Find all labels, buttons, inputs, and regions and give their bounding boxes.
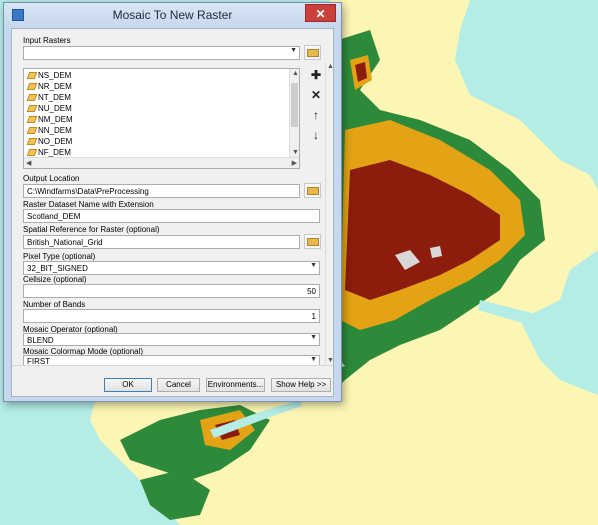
remove-raster-button[interactable]: ✕: [308, 88, 324, 103]
show-help-button[interactable]: Show Help >>: [271, 378, 331, 392]
properties-icon: [307, 238, 319, 246]
list-item[interactable]: NU_DEM: [26, 104, 72, 113]
output-location-field[interactable]: C:\Windfarms\Data\PreProcessing: [23, 184, 300, 198]
chevron-down-icon: ▼: [310, 334, 317, 341]
list-item[interactable]: NS_DEM: [26, 71, 71, 80]
input-rasters-list[interactable]: NS_DEM NR_DEM NT_DEM NU_DEM NM_DEM NN_DE…: [23, 68, 300, 169]
raster-dataset-icon: [26, 72, 38, 79]
pixel-type-label: Pixel Type (optional): [23, 252, 96, 261]
ok-button[interactable]: OK: [104, 378, 152, 392]
list-item[interactable]: NO_DEM: [26, 137, 72, 146]
raster-dataset-icon: [26, 94, 38, 101]
close-button[interactable]: ✕: [305, 4, 336, 22]
scroll-up-icon[interactable]: ▲: [292, 70, 299, 77]
spatial-reference-field[interactable]: British_National_Grid: [23, 235, 300, 249]
list-item[interactable]: NM_DEM: [26, 115, 73, 124]
spatial-reference-label: Spatial Reference for Raster (optional): [23, 225, 160, 234]
raster-name-label: Raster Dataset Name with Extension: [23, 200, 154, 209]
input-rasters-label: Input Rasters: [23, 36, 71, 45]
list-item[interactable]: NT_DEM: [26, 93, 71, 102]
scroll-up-icon[interactable]: ▲: [327, 63, 333, 70]
cellsize-label: Cellsize (optional): [23, 275, 87, 284]
number-of-bands-field[interactable]: 1: [23, 309, 320, 323]
raster-dataset-icon: [26, 127, 38, 134]
mosaic-to-new-raster-dialog: Mosaic To New Raster ✕ Input Rasters ▼ N…: [3, 2, 342, 402]
mosaic-operator-dropdown[interactable]: BLEND ▼: [23, 333, 320, 346]
browse-input-button[interactable]: [304, 45, 321, 60]
add-raster-button[interactable]: ✚: [308, 68, 324, 83]
list-horizontal-scrollbar[interactable]: ◀ ▶: [24, 157, 299, 168]
number-of-bands-label: Number of Bands: [23, 300, 86, 309]
raster-dataset-icon: [26, 116, 38, 123]
raster-name-field[interactable]: Scotland_DEM: [23, 209, 320, 223]
chevron-down-icon: ▼: [290, 47, 297, 54]
spatial-reference-properties-button[interactable]: [304, 234, 321, 249]
list-vertical-scrollbar[interactable]: ▲ ▼: [289, 69, 299, 157]
folder-icon: [307, 49, 319, 57]
mosaic-operator-value: BLEND: [27, 336, 54, 345]
window-title: Mosaic To New Raster: [112, 8, 233, 22]
list-item[interactable]: NN_DEM: [26, 126, 72, 135]
chevron-down-icon: ▼: [310, 262, 317, 269]
cellsize-field[interactable]: 50: [23, 284, 320, 298]
pixel-type-dropdown[interactable]: 32_BIT_SIGNED ▼: [23, 261, 320, 275]
scroll-down-icon[interactable]: ▼: [327, 357, 333, 364]
browse-output-button[interactable]: [304, 183, 321, 198]
folder-icon: [307, 187, 319, 195]
move-down-button[interactable]: ↓: [308, 128, 324, 143]
list-item[interactable]: NR_DEM: [26, 82, 72, 91]
raster-dataset-icon: [26, 149, 38, 156]
output-location-label: Output Location: [23, 174, 80, 183]
raster-dataset-icon: [26, 105, 38, 112]
pixel-type-value: 32_BIT_SIGNED: [27, 264, 88, 273]
dialog-vertical-scrollbar[interactable]: ▲ ▼: [325, 63, 333, 364]
raster-dataset-icon: [26, 83, 38, 90]
scroll-down-icon[interactable]: ▼: [292, 149, 299, 156]
input-rasters-dropdown[interactable]: ▼: [23, 46, 300, 60]
title-bar[interactable]: Mosaic To New Raster ✕: [4, 3, 341, 27]
dialog-footer: OK Cancel Environments... Show Help >>: [12, 365, 333, 396]
move-up-button[interactable]: ↑: [308, 108, 324, 123]
list-item[interactable]: NF_DEM: [26, 148, 71, 157]
environments-button[interactable]: Environments...: [206, 378, 265, 392]
cancel-button[interactable]: Cancel: [157, 378, 200, 392]
scroll-left-icon[interactable]: ◀: [26, 159, 31, 167]
scroll-right-icon[interactable]: ▶: [292, 159, 297, 167]
raster-dataset-icon: [26, 138, 38, 145]
chevron-down-icon: ▼: [310, 356, 317, 363]
scroll-thumb[interactable]: [291, 83, 298, 127]
dialog-body: Input Rasters ▼ NS_DEM NR_DEM NT_DEM NU_…: [11, 28, 334, 397]
